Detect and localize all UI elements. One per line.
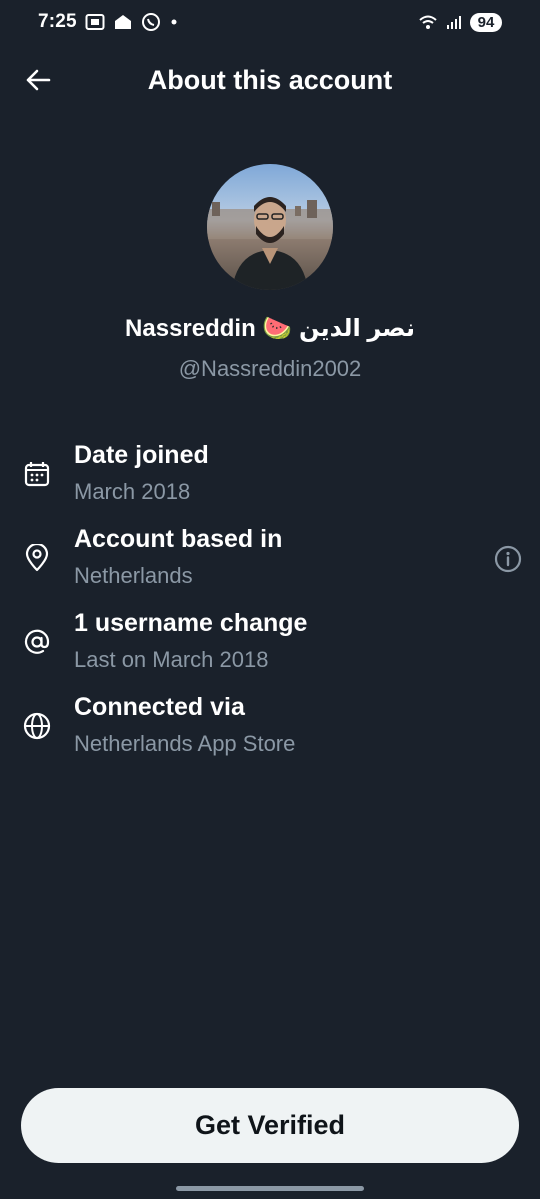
dot-icon bbox=[169, 17, 179, 27]
calendar-icon bbox=[22, 459, 52, 489]
status-time: 7:25 bbox=[38, 11, 77, 32]
get-verified-button[interactable]: Get Verified bbox=[21, 1088, 519, 1163]
whatsapp-icon bbox=[141, 12, 161, 32]
display-name: Nassreddin 🍉 نصر الدين bbox=[125, 315, 415, 342]
page-title: About this account bbox=[147, 64, 393, 95]
avatar bbox=[207, 164, 333, 290]
username-change-row: 1 username change Last on March 2018 bbox=[0, 609, 540, 687]
status-left: 7:25 bbox=[38, 11, 179, 33]
status-right: 94 bbox=[418, 12, 502, 32]
globe-icon bbox=[22, 711, 52, 741]
row-title: Date joined bbox=[74, 441, 209, 469]
date-joined-row: Date joined March 2018 bbox=[0, 441, 540, 519]
cloud-icon bbox=[113, 13, 133, 31]
info-icon[interactable] bbox=[493, 544, 523, 574]
row-subtitle: Netherlands bbox=[74, 563, 193, 588]
row-title: Account based in bbox=[74, 525, 283, 553]
home-indicator[interactable] bbox=[176, 1186, 364, 1191]
connected-via-row: Connected via Netherlands App Store bbox=[0, 693, 540, 771]
username-handle: @Nassreddin2002 bbox=[178, 356, 362, 381]
row-title: Connected via bbox=[74, 693, 245, 721]
wifi-icon bbox=[418, 14, 438, 30]
signal-icon bbox=[446, 14, 462, 30]
arrow-left-icon bbox=[25, 69, 51, 91]
row-subtitle: Netherlands App Store bbox=[74, 731, 296, 756]
row-subtitle: March 2018 bbox=[74, 479, 191, 504]
at-sign-icon bbox=[22, 627, 52, 657]
status-bar: 7:25 94 bbox=[0, 0, 540, 44]
location-pin-icon bbox=[22, 543, 52, 573]
row-subtitle: Last on March 2018 bbox=[74, 647, 269, 672]
row-title: 1 username change bbox=[74, 609, 308, 637]
header: About this account bbox=[0, 54, 540, 106]
screenshot-icon bbox=[85, 13, 105, 31]
account-location-row: Account based in Netherlands bbox=[0, 525, 540, 603]
battery-indicator: 94 bbox=[470, 12, 502, 32]
back-button[interactable] bbox=[20, 62, 56, 98]
